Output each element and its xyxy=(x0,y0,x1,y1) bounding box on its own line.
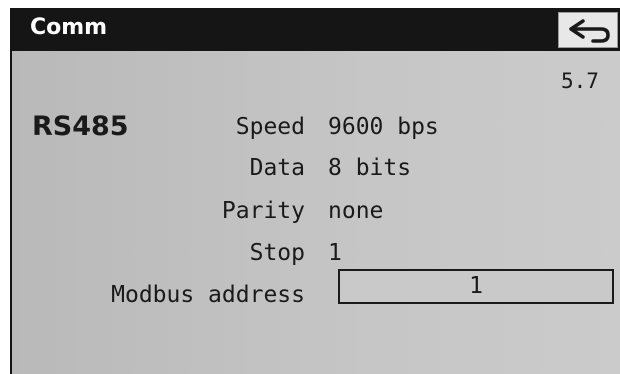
back-arrow-icon xyxy=(569,19,610,43)
speed-value[interactable]: 9600 bps xyxy=(328,113,439,141)
modbus-address-field[interactable]: 1 xyxy=(338,269,614,304)
modbus-address-label: Modbus address xyxy=(111,282,305,308)
speed-label: Speed xyxy=(235,114,305,140)
data-bits-value[interactable]: 8 bits xyxy=(328,154,411,182)
screen-border xyxy=(10,51,12,374)
parity-value[interactable]: none xyxy=(328,197,383,225)
page-title: Comm xyxy=(30,15,108,40)
version-label: 5.7 xyxy=(561,69,599,93)
comm-screen: Comm 5.7 RS485 Speed 9600 bps Data 8 bit… xyxy=(10,8,620,374)
stop-bits-label: Stop xyxy=(249,240,305,266)
back-button[interactable] xyxy=(558,12,618,48)
parity-label: Parity xyxy=(221,198,305,224)
data-bits-label: Data xyxy=(249,155,305,181)
stop-bits-value[interactable]: 1 xyxy=(328,239,342,267)
title-bar: Comm xyxy=(10,8,620,51)
